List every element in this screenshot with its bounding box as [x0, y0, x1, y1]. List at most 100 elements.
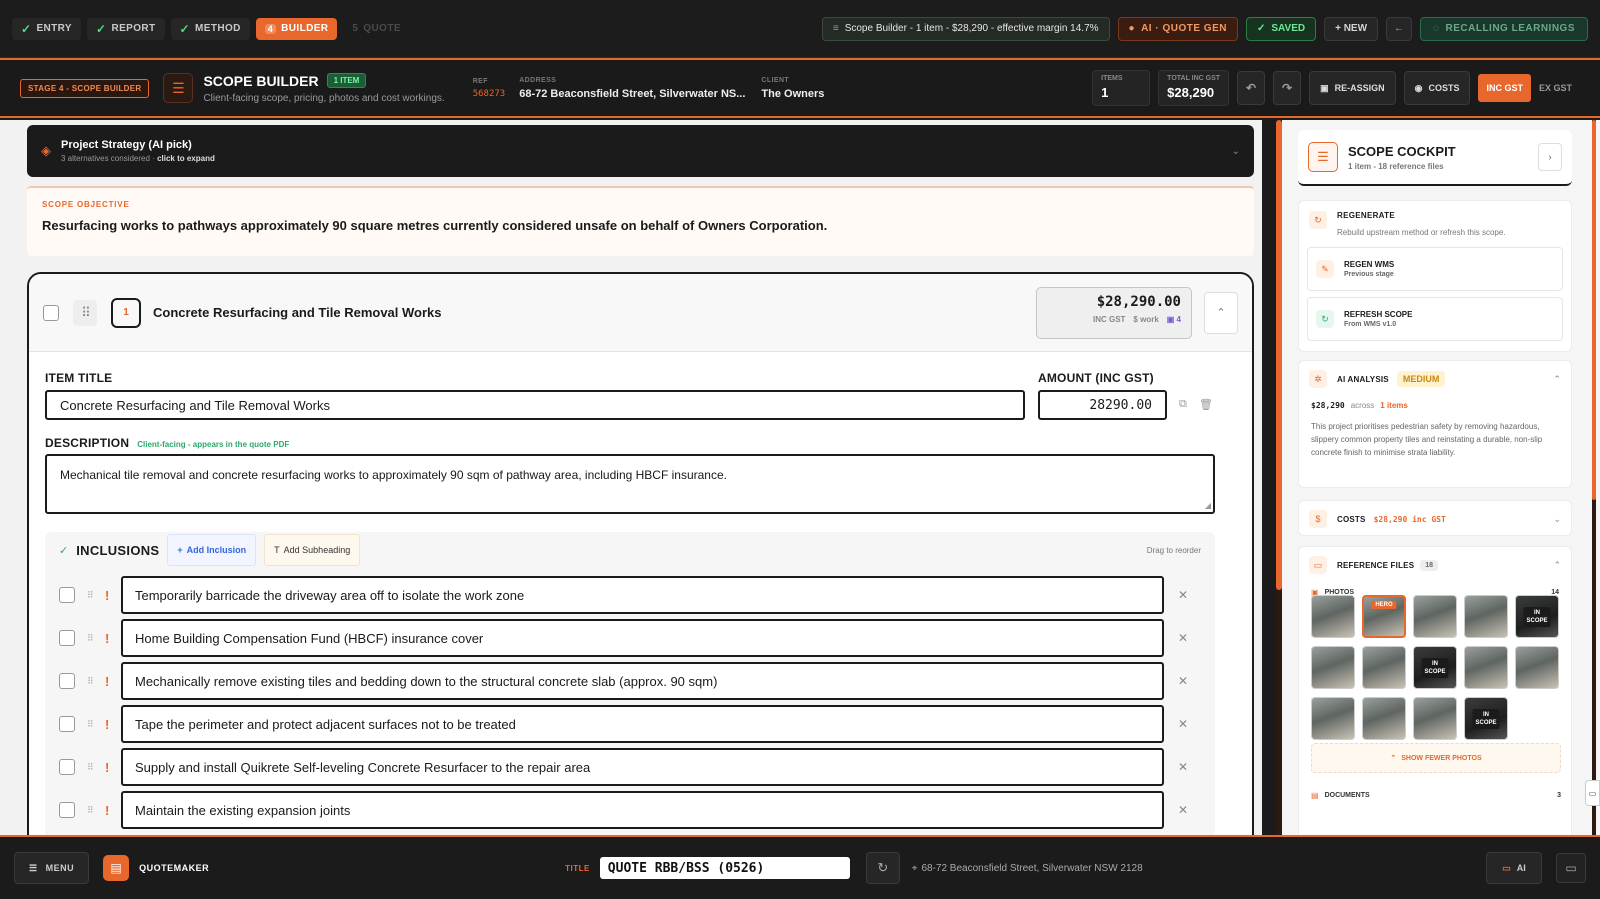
items-stat: ITEMS 1 — [1092, 70, 1151, 106]
inclusion-input[interactable]: Supply and install Quikrete Self-levelin… — [121, 748, 1164, 786]
refresh-scope-button[interactable]: ↻ REFRESH SCOPE From WMS v1.0 — [1307, 297, 1563, 341]
menu-button[interactable]: ☰ MENU — [14, 852, 90, 884]
inclusion-input[interactable]: Tape the perimeter and protect adjacent … — [121, 705, 1164, 743]
item-title-label: ITEM TITLE — [45, 371, 113, 385]
chevron-up-icon: ⌃ — [1216, 307, 1226, 319]
drag-handle-icon[interactable]: ⠿ — [87, 805, 97, 816]
inclusion-checkbox[interactable] — [59, 587, 75, 603]
photo-thumbnail[interactable] — [1413, 595, 1457, 638]
quote-title-input[interactable]: QUOTE RBB/BSS (0526) — [599, 857, 850, 879]
undo-button[interactable]: ↶ — [1237, 71, 1266, 105]
eye-icon: ◉ — [1414, 82, 1423, 93]
step-builder[interactable]: 4 BUILDER — [255, 17, 338, 40]
item-count-badge: 1 ITEM — [326, 73, 367, 88]
redo-button[interactable]: ↷ — [1273, 71, 1302, 105]
costs-button[interactable]: ◉ COSTS — [1403, 71, 1471, 105]
step-report[interactable]: ✓ REPORT — [87, 17, 165, 40]
stage-stepper-bar: ✓ ENTRY ✓ REPORT ✓ METHOD 4 BUILDER 5 QUOTE ≡… — [0, 0, 1600, 58]
photo-thumbnail[interactable]: IN SCOPE — [1413, 646, 1457, 689]
show-fewer-photos-button[interactable]: ⌃ SHOW FEWER PHOTOS — [1311, 743, 1561, 773]
scrollbar-thumb[interactable] — [1592, 120, 1596, 500]
expand-cockpit-button[interactable]: › — [1538, 143, 1562, 171]
remove-icon[interactable]: ✕ — [1178, 674, 1188, 688]
remove-icon[interactable]: ✕ — [1178, 631, 1188, 645]
back-button[interactable]: ← — [1386, 16, 1413, 41]
costs-card[interactable]: $ COSTS $28,290 inc GST ⌄ — [1298, 500, 1572, 536]
add-inclusion-button[interactable]: + Add Inclusion — [167, 534, 257, 566]
step-quote[interactable]: 5 QUOTE — [343, 18, 410, 40]
remove-icon[interactable]: ✕ — [1178, 588, 1188, 602]
amount-input[interactable]: 28290.00 — [1038, 390, 1167, 420]
copy-icon[interactable]: ⧉ — [1179, 398, 1187, 411]
add-subheading-button[interactable]: T Add Subheading — [264, 534, 361, 566]
inclusion-checkbox[interactable] — [59, 802, 75, 818]
photo-thumbnail[interactable] — [1464, 646, 1508, 689]
drag-handle-icon[interactable]: ⠿ — [87, 762, 97, 773]
description-textarea[interactable]: Mechanical tile removal and concrete res… — [45, 454, 1215, 514]
ai-analysis-header[interactable]: ✲ AI ANALYSIS MEDIUM ⌃ — [1299, 361, 1571, 397]
inclusion-input[interactable]: Home Building Compensation Fund (HBCF) i… — [121, 619, 1164, 657]
hamburger-icon: ☰ — [29, 862, 38, 873]
photo-thumbnail[interactable] — [1311, 697, 1355, 740]
inclusion-checkbox[interactable] — [59, 630, 75, 646]
inclusion-row: ⠿! Tape the perimeter and protect adjace… — [59, 705, 1209, 743]
chevron-up-icon: ⌃ — [1553, 559, 1561, 570]
photo-thumbnail[interactable] — [1413, 697, 1457, 740]
inc-gst-option[interactable]: INC GST — [1478, 74, 1531, 102]
refresh-title-button[interactable]: ↻ — [865, 852, 900, 884]
scope-item-card: ⠿ 1 Concrete Resurfacing and Tile Remova… — [27, 272, 1254, 835]
photo-thumbnail[interactable] — [1362, 697, 1406, 740]
regen-wms-button[interactable]: ✎ REGEN WMS Previous stage — [1307, 247, 1563, 291]
inclusion-input[interactable]: Temporarily barricade the driveway area … — [121, 576, 1164, 614]
recalling-learnings-button[interactable]: ◌ RECALLING LEARNINGS — [1420, 16, 1588, 41]
photo-thumbnail[interactable] — [1464, 595, 1508, 638]
step-method[interactable]: ✓ METHOD — [170, 17, 250, 40]
cockpit-header: ☰ SCOPE COCKPIT 1 item - 18 reference fi… — [1298, 130, 1572, 186]
total-inc-gst-stat: TOTAL INC GST $28,290 — [1158, 70, 1230, 106]
photo-thumbnail[interactable]: IN SCOPE — [1464, 697, 1508, 740]
drag-handle-icon[interactable]: ⠿ — [87, 590, 97, 601]
item-select-checkbox[interactable] — [43, 304, 59, 321]
inclusion-input[interactable]: Mechanically remove existing tiles and b… — [121, 662, 1164, 700]
collapse-item-button[interactable]: ⌃ — [1204, 291, 1238, 334]
reassign-button[interactable]: ▣ RE-ASSIGN — [1309, 71, 1396, 105]
project-strategy-panel[interactable]: ◈ Project Strategy (AI pick) 3 alternati… — [27, 125, 1254, 177]
drag-handle-icon[interactable]: ⠿ — [87, 676, 97, 687]
ai-quote-gen-button[interactable]: ● AI · QUOTE GEN — [1117, 16, 1238, 41]
remove-icon[interactable]: ✕ — [1178, 717, 1188, 731]
check-icon: ✓ — [59, 544, 69, 557]
item-title-input[interactable]: Concrete Resurfacing and Tile Removal Wo… — [45, 390, 1025, 420]
files-button[interactable]: ▭ — [1556, 853, 1586, 883]
step-entry[interactable]: ✓ ENTRY — [12, 17, 81, 40]
photo-thumbnail-hero[interactable]: HERO — [1362, 595, 1406, 638]
item-number: 1 — [111, 297, 141, 328]
cockpit-scrollbar[interactable] — [1592, 120, 1596, 835]
resize-handle-icon[interactable]: ◢ — [1205, 501, 1211, 510]
drag-handle-icon[interactable]: ⠿ — [87, 719, 97, 730]
reference-files-header[interactable]: ▭ REFERENCE FILES 18 ⌃ — [1299, 547, 1571, 583]
photo-thumbnail[interactable] — [1311, 595, 1355, 638]
documents-header[interactable]: ▤ DOCUMENTS 3 — [1311, 791, 1561, 800]
photo-thumbnail[interactable]: IN SCOPE — [1515, 595, 1559, 638]
saved-indicator[interactable]: ✓ SAVED — [1245, 16, 1317, 41]
photo-thumbnail[interactable] — [1311, 646, 1355, 689]
photo-thumbnail[interactable] — [1362, 646, 1406, 689]
inclusion-input[interactable]: Maintain the existing expansion joints — [121, 791, 1164, 829]
plus-icon: + — [177, 545, 183, 555]
gst-toggle[interactable]: INC GST EX GST — [1478, 74, 1580, 102]
trash-icon[interactable]: 🗑 — [1199, 398, 1213, 411]
drag-handle-icon[interactable]: ⠿ — [73, 299, 97, 326]
remove-icon[interactable]: ✕ — [1178, 760, 1188, 774]
menu-list-icon[interactable]: ☰ — [163, 73, 194, 103]
inclusion-checkbox[interactable] — [59, 716, 75, 732]
inclusion-checkbox[interactable] — [59, 673, 75, 689]
ai-chat-button[interactable]: ▭ AI — [1486, 852, 1542, 884]
drag-handle-icon[interactable]: ⠿ — [87, 633, 97, 644]
photo-thumbnail[interactable] — [1515, 646, 1559, 689]
chat-tab-icon[interactable]: ▭ — [1585, 780, 1600, 806]
new-quote-button[interactable]: + NEW — [1324, 16, 1379, 41]
chevron-down-icon[interactable]: ⌄ — [1232, 146, 1240, 157]
remove-icon[interactable]: ✕ — [1178, 803, 1188, 817]
ex-gst-option[interactable]: EX GST — [1531, 83, 1580, 93]
inclusion-checkbox[interactable] — [59, 759, 75, 775]
